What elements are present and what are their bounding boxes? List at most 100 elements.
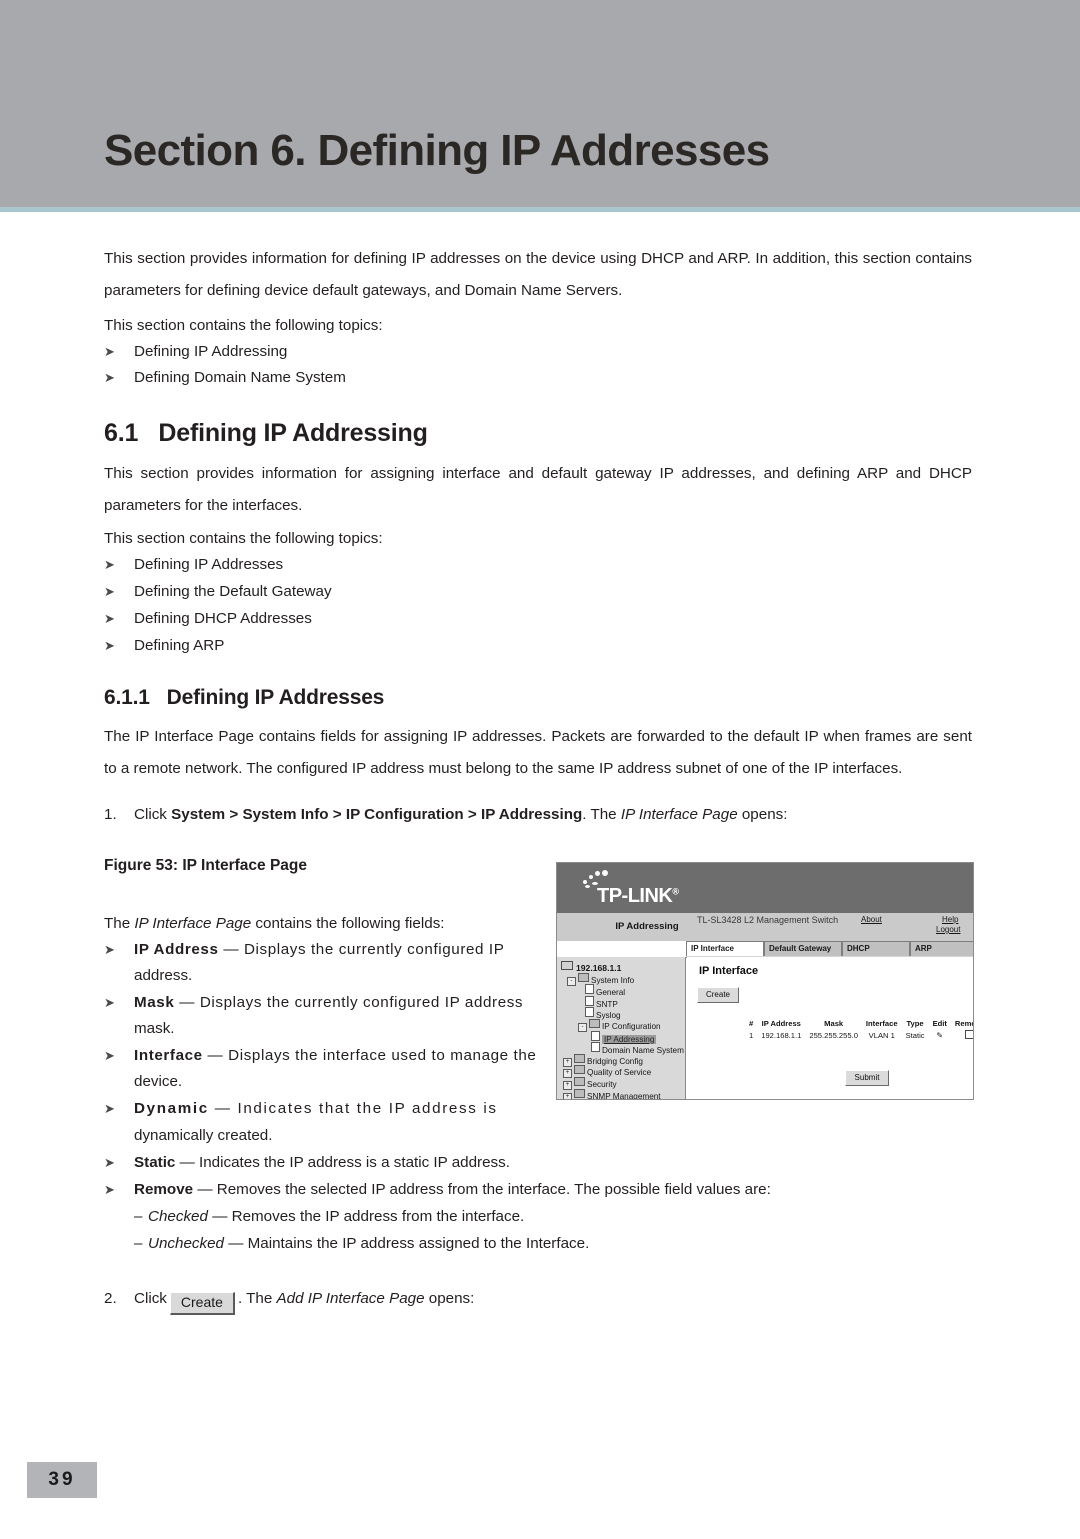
heading-6-1-text: Defining IP Addressing	[158, 419, 428, 447]
field-item-interface-cont: device.	[134, 1069, 182, 1096]
fields-lead: The IP Interface Page contains the follo…	[104, 911, 445, 938]
field-item-mask-cont: mask.	[134, 1016, 175, 1043]
heading-6-1: 6.1 Defining IP Addressing	[104, 419, 428, 448]
intro-topic-label: Defining IP Addressing	[134, 343, 288, 360]
field-item-mask: ➤ Mask — Displays the currently configure…	[104, 990, 523, 1017]
remove-value-unchecked: – Unchecked — Maintains the IP address as…	[134, 1231, 589, 1258]
intro-topic-label: Defining Domain Name System	[134, 369, 346, 386]
figure-submit-button[interactable]: Submit	[845, 1070, 889, 1086]
field-item-remove: ➤ Remove — Removes the selected IP addres…	[104, 1177, 771, 1204]
figure-navigation-tree: 192.168.1.1 - System Info General SNTP Sy…	[557, 957, 686, 1099]
step-1-pre: Click	[134, 806, 172, 823]
chevron-bullet-icon: ➤	[104, 1048, 116, 1063]
folder-icon	[574, 1065, 585, 1075]
figure-content-panel: IP Interface Create # IP Address Mask In…	[687, 957, 973, 1099]
figure-tab-bar: IP Interface Default Gateway DHCP ARP	[686, 941, 973, 958]
chevron-bullet-icon: ➤	[104, 1101, 115, 1116]
cell-index: 1	[749, 1031, 754, 1040]
figure-tab-arp[interactable]: ARP	[910, 941, 973, 956]
step-2-pre: Click	[134, 1290, 167, 1307]
figure-logout-link[interactable]: Logout	[936, 925, 960, 934]
heading-6-1-1-text: Defining IP Addresses	[166, 686, 385, 709]
step-1-post: opens:	[737, 806, 788, 823]
expand-icon[interactable]: +	[563, 1092, 572, 1099]
tree-item-ip-addressing[interactable]: IP Addressing	[561, 1030, 685, 1044]
step-1-number: 1.	[104, 806, 117, 823]
edit-pencil-icon[interactable]: ✎	[929, 1029, 951, 1042]
tp-link-wordmark: TP-LINK®	[597, 885, 679, 907]
page-icon	[591, 1030, 600, 1041]
tree-item-domain-name-system[interactable]: Domain Name System	[561, 1042, 685, 1055]
step-2-number: 2.	[104, 1290, 117, 1307]
field-item-dynamic-cont: dynamically created.	[134, 1123, 272, 1150]
cell-interface: VLAN 1	[868, 1031, 895, 1040]
field-desc: Indicates that the IP address is	[237, 1100, 498, 1117]
figure-tab-dhcp[interactable]: DHCP	[842, 941, 910, 956]
chevron-bullet-icon: ➤	[104, 638, 115, 653]
tree-item-system-info[interactable]: - System Info	[561, 972, 685, 986]
s61-topic-label: Defining DHCP Addresses	[134, 610, 312, 627]
figure-create-button[interactable]: Create	[697, 987, 739, 1003]
field-term: IP Address	[134, 941, 219, 958]
tree-item-security[interactable]: + Security	[561, 1076, 685, 1090]
tree-item-snmp-management[interactable]: + SNMP Management	[561, 1088, 685, 1099]
column-remove: Remove	[954, 1019, 973, 1028]
tree-item-ip-configuration[interactable]: - IP Configuration	[561, 1018, 685, 1032]
field-dash: —	[214, 1100, 232, 1117]
chevron-bullet-icon: ➤	[104, 995, 116, 1010]
tree-item-quality-of-service[interactable]: + Quality of Service	[561, 1065, 685, 1079]
chevron-bullet-icon: ➤	[104, 942, 116, 957]
page-icon	[585, 995, 594, 1006]
cell-ip-address: 192.168.1.1	[761, 1031, 802, 1040]
s61-topic-label: Defining the Default Gateway	[134, 583, 332, 600]
remove-value-sep: —	[212, 1208, 228, 1225]
table-header-row: # IP Address Mask Interface Type Edit Re…	[745, 1019, 973, 1029]
field-dash: —	[207, 1047, 224, 1064]
column-ip-address: IP Address	[761, 1019, 801, 1028]
remove-value-sep: —	[228, 1235, 244, 1252]
remove-checkbox[interactable]	[965, 1030, 973, 1039]
create-button-inline[interactable]: Create	[169, 1292, 235, 1315]
intro-topics-lead: This section contains the following topi…	[104, 317, 383, 334]
field-item-ip-address: ➤ IP Address — Displays the currently con…	[104, 937, 504, 964]
tree-item-general[interactable]: General	[561, 984, 685, 997]
page-icon	[591, 1042, 600, 1053]
remove-value-desc: Removes the IP address from the interfac…	[231, 1208, 525, 1225]
field-dash: —	[179, 994, 196, 1011]
figure-tab-default-gateway[interactable]: Default Gateway	[764, 941, 842, 956]
figure-app-name: IP Addressing	[615, 921, 679, 932]
step-1-page-ref: IP Interface Page	[620, 806, 738, 823]
figure-tab-ip-interface[interactable]: IP Interface	[686, 941, 764, 956]
intro-topic-item: ➤ Defining IP Addressing	[104, 339, 287, 366]
field-desc-cont: address.	[134, 967, 193, 984]
tree-item-syslog[interactable]: Syslog	[561, 1007, 685, 1020]
figure-panel-title: IP Interface	[699, 965, 759, 977]
page-icon	[585, 1007, 594, 1018]
figure-help-link[interactable]: Help	[942, 915, 958, 924]
step-2-mid: . The	[237, 1290, 277, 1307]
folder-icon	[589, 1018, 600, 1028]
field-desc: Displays the currently configured IP	[243, 941, 505, 958]
column-interface: Interface	[865, 1019, 898, 1028]
field-item-interface: ➤ Interface — Displays the interface used…	[104, 1043, 536, 1070]
tree-item-sntp[interactable]: SNTP	[561, 995, 685, 1009]
remove-value-checked: – Checked — Removes the IP address from t…	[134, 1204, 524, 1231]
step-1: 1. Click System > System Info > IP Config…	[104, 802, 787, 829]
s61-topic-item: ➤ Defining the Default Gateway	[104, 579, 332, 606]
step-2-post: opens:	[424, 1290, 475, 1307]
fields-lead-pre: The	[104, 915, 135, 932]
step-2: 2. Click Create. The Add IP Interface Page…	[104, 1286, 474, 1315]
s61-topic-item: ➤ Defining DHCP Addresses	[104, 606, 312, 633]
s611-paragraph: The IP Interface Page contains fields fo…	[104, 728, 972, 777]
registered-mark-icon: ®	[672, 886, 679, 897]
en-dash-bullet-icon: –	[134, 1208, 143, 1225]
field-desc: Indicates the IP address is a static IP …	[199, 1154, 510, 1171]
tree-item-bridging-config[interactable]: + Bridging Config	[561, 1053, 685, 1067]
figure-about-link[interactable]: About	[861, 915, 882, 924]
cell-type: Static	[905, 1031, 925, 1040]
cell-mask: 255.255.255.0	[809, 1031, 858, 1040]
field-term: Dynamic	[134, 1100, 209, 1117]
field-term: Mask	[134, 994, 175, 1011]
tree-item-device[interactable]: 192.168.1.1	[561, 961, 685, 973]
field-desc-cont: mask.	[134, 1020, 175, 1037]
